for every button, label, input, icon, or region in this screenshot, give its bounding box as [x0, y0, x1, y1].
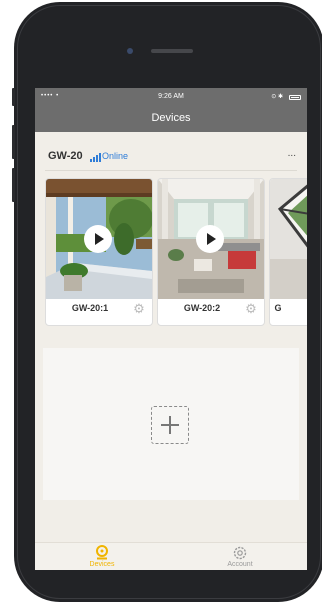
camera-settings-icon[interactable]: ⚙: [132, 302, 146, 316]
tab-account-label: Account: [227, 561, 253, 568]
more-options-button[interactable]: ...: [288, 148, 296, 159]
volume-down-button: [12, 168, 15, 202]
camera-thumbnail[interactable]: [46, 179, 152, 299]
add-device-button[interactable]: [151, 406, 189, 444]
camera-thumbnail[interactable]: [158, 179, 264, 299]
gateway-status: Online: [102, 151, 129, 161]
camera-card[interactable]: GW-20:1 ⚙: [45, 178, 153, 326]
volume-up-button: [12, 125, 15, 159]
page-title: Devices: [151, 112, 191, 124]
camera-label: GW-20:1: [71, 303, 109, 313]
divider: [45, 170, 297, 171]
app-screen: •••• • 9:26 AM ⊙ ✱ Devices GW-20 Online …: [35, 88, 307, 570]
skylight-scene-image: [270, 179, 307, 299]
status-icons: ⊙ ✱: [271, 94, 283, 100]
camera-thumbnail[interactable]: [270, 179, 307, 299]
tab-account[interactable]: Account: [200, 545, 280, 568]
tab-bar: Devices Account: [35, 542, 307, 570]
camera-label: GW-20:2: [183, 303, 221, 313]
status-time: 9:26 AM: [158, 93, 184, 100]
tab-devices-label: Devices: [89, 561, 115, 568]
status-bar: •••• • 9:26 AM ⊙ ✱: [35, 91, 307, 103]
add-device-panel: [43, 348, 299, 500]
camera-label: G: [274, 303, 282, 313]
play-button[interactable]: [84, 225, 112, 253]
earpiece-speaker: [151, 49, 193, 53]
tab-devices[interactable]: Devices: [62, 545, 142, 568]
gateway-header: GW-20 Online ...: [35, 140, 307, 168]
camera-card[interactable]: GW-20:2 ⚙: [157, 178, 265, 326]
front-camera: [127, 48, 133, 54]
mute-switch: [12, 88, 15, 106]
gateway-name: GW-20: [48, 150, 83, 162]
play-button[interactable]: [196, 225, 224, 253]
app-header: •••• • 9:26 AM ⊙ ✱ Devices: [35, 88, 307, 132]
battery-icon: [289, 95, 301, 100]
camera-list[interactable]: GW-20:1 ⚙ GW-20:2 ⚙ G: [35, 178, 307, 328]
camera-icon: [96, 545, 108, 560]
camera-card[interactable]: G: [269, 178, 307, 326]
signal-strength-icon: [90, 153, 101, 162]
camera-settings-icon[interactable]: ⚙: [244, 302, 258, 316]
gear-icon: [233, 546, 247, 560]
